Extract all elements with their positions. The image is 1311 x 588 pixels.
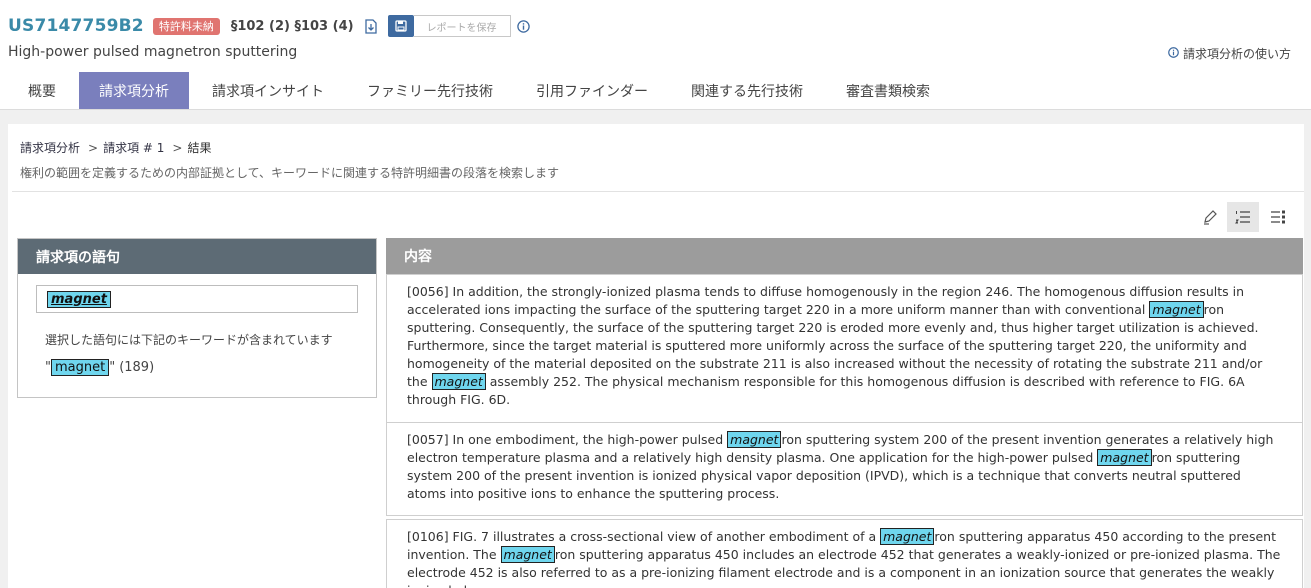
paragraph-text: [0056] In addition, the strongly-ionized… (407, 284, 1245, 317)
claim-terms-panel: 請求項の語句 magnet 選択した語句には下記のキーワードが含まれています "… (17, 238, 377, 398)
keyword-highlight: magnet (431, 373, 486, 390)
breadcrumb-separator: > (172, 141, 183, 155)
keyword-highlight: magnet (727, 431, 782, 448)
section-counts: §102 (2) §103 (4) (230, 18, 354, 34)
keyword-highlight: magnet (880, 528, 935, 545)
info-icon (1168, 46, 1179, 61)
save-report-button[interactable]: レポートを保存 (413, 15, 511, 37)
claim-terms-header: 請求項の語句 (18, 239, 376, 274)
tab-family-prior-art[interactable]: ファミリー先行技術 (347, 72, 513, 109)
breadcrumb-current: 結果 (187, 141, 212, 155)
paragraph-card: [0057] In one embodiment, the high-power… (386, 422, 1303, 516)
info-icon[interactable] (517, 19, 531, 33)
keyword-highlight: magnet (1097, 449, 1152, 466)
breadcrumb-separator: > (88, 141, 99, 155)
patent-header: US7147759B2 特許料未納 §102 (2) §103 (4) レポート… (8, 13, 531, 39)
keyword-highlight: magnet (500, 546, 555, 563)
howto-label: 請求項分析の使い方 (1182, 47, 1291, 61)
tab-overview[interactable]: 概要 (8, 72, 76, 109)
paragraph-text: [0057] In one embodiment, the high-power… (407, 432, 728, 447)
patent-number: US7147759B2 (8, 16, 144, 36)
section-divider (12, 191, 1304, 192)
numbered-list-icon[interactable] (1227, 202, 1259, 232)
tab-citation-finder[interactable]: 引用ファインダー (516, 72, 668, 109)
tab-claim-analysis[interactable]: 請求項分析 (79, 72, 189, 109)
content-panel: 請求項分析 > 請求項 # 1 > 結果 権利の範囲を定義するための内部証拠として、キー… (8, 124, 1304, 588)
download-pdf-icon[interactable] (364, 18, 378, 35)
breadcrumb-root[interactable]: 請求項分析 (20, 141, 80, 155)
tab-claim-insight[interactable]: 請求項インサイト (192, 72, 344, 109)
fee-status-badge: 特許料未納 (152, 17, 220, 35)
breadcrumb-claim[interactable]: 請求項 # 1 (103, 141, 164, 155)
quote-mark: " (109, 360, 116, 375)
paragraph-card: [0106] FIG. 7 illustrates a cross-sectio… (386, 519, 1303, 588)
tab-related-prior-art[interactable]: 関連する先行技術 (671, 72, 823, 109)
paragraph-card: [0056] In addition, the strongly-ionized… (386, 274, 1303, 423)
howto-link[interactable]: 請求項分析の使い方 (1168, 45, 1291, 62)
keyword-highlight: magnet (1149, 301, 1204, 318)
detail-list-icon[interactable] (1262, 202, 1294, 232)
keyword-item[interactable]: " magnet " (189) (45, 359, 154, 376)
patent-title: High-power pulsed magnetron sputtering (8, 44, 298, 60)
tab-prosecution-search[interactable]: 審査書類検索 (826, 72, 950, 109)
keyword-chip: magnet (50, 359, 110, 376)
paragraph-text: [0106] FIG. 7 illustrates a cross-sectio… (407, 529, 881, 544)
highlighter-icon[interactable] (1194, 202, 1226, 232)
tab-bar: 概要 請求項分析 請求項インサイト ファミリー先行技術 引用ファインダー 関連す… (8, 72, 953, 109)
keyword-count: (189) (119, 360, 155, 375)
breadcrumb: 請求項分析 > 請求項 # 1 > 結果 (20, 139, 211, 156)
contains-keywords-label: 選択した語句には下記のキーワードが含まれています (45, 333, 333, 347)
save-disk-icon[interactable] (387, 15, 414, 37)
selected-term[interactable]: magnet (47, 290, 111, 308)
term-field[interactable]: magnet (36, 285, 358, 313)
paragraph-text: assembly 252. The physical mechanism res… (407, 374, 1245, 407)
page-description: 権利の範囲を定義するための内部証拠として、キーワードに関連する特許明細書の段落を… (20, 166, 560, 180)
content-header: 内容 (386, 238, 1303, 274)
